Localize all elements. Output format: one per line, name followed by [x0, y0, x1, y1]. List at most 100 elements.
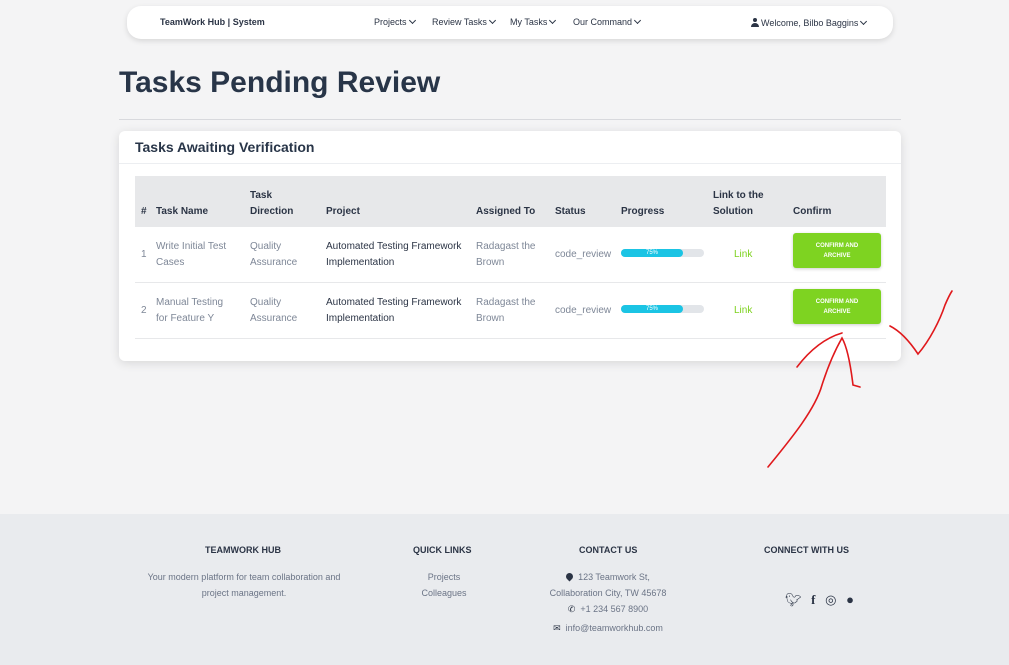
- header-task-direction-line1: Task: [250, 190, 273, 201]
- project-name-line1: Automated Testing Framework: [326, 297, 462, 308]
- task-direction: Quality Assurance: [250, 239, 297, 271]
- nav-our-command-label: Our Command: [573, 17, 633, 27]
- footer-address-text: 123 Teamwork St,: [578, 572, 650, 582]
- brand-logo[interactable]: TeamWork Hub | System: [160, 17, 265, 27]
- assigned-to-line2: Brown: [476, 257, 505, 268]
- social-icons: 🐦︎ f ◎ ●: [785, 592, 860, 608]
- facebook-icon[interactable]: f: [811, 592, 815, 608]
- github-icon[interactable]: ●: [846, 592, 854, 607]
- nav-projects-label: Projects: [374, 17, 407, 27]
- footer-email-text: info@teamworkhub.com: [565, 623, 663, 633]
- header-number: #: [141, 206, 147, 217]
- user-icon: [751, 18, 759, 27]
- nav-review-tasks-label: Review Tasks: [432, 17, 487, 27]
- footer-email[interactable]: ✉ info@teamworkhub.com: [523, 620, 693, 636]
- table-row: 1 Write Initial Test Cases Quality Assur…: [135, 227, 886, 283]
- project-name: Automated Testing Framework Implementati…: [326, 295, 461, 327]
- nav-my-tasks-label: My Tasks: [510, 17, 548, 27]
- progress-bar: 75%: [621, 249, 704, 257]
- nav-projects[interactable]: Projects: [374, 16, 416, 27]
- task-direction-line2: Assurance: [250, 313, 298, 324]
- user-greeting: Welcome, Bilbo Baggins: [761, 18, 859, 28]
- footer: TEAMWORK HUB Your modern platform for te…: [0, 514, 1009, 665]
- chevron-down-icon: [633, 16, 642, 25]
- table-row: 2 Manual Testing for Feature Y Quality A…: [135, 283, 886, 339]
- map-marker-icon: [564, 571, 575, 582]
- top-navbar: TeamWork Hub | System Projects Review Ta…: [127, 6, 893, 39]
- card-title: Tasks Awaiting Verification: [135, 139, 315, 155]
- status-text: code_review: [555, 305, 612, 316]
- project-name-line1: Automated Testing Framework: [326, 241, 462, 252]
- header-status: Status: [555, 206, 586, 217]
- header-confirm: Confirm: [793, 206, 832, 217]
- task-direction: Quality Assurance: [250, 295, 297, 327]
- footer-links-title: QUICK LINKS: [413, 545, 472, 555]
- chevron-down-icon: [488, 16, 496, 25]
- header-task-name: Task Name: [156, 206, 209, 217]
- footer-about-text: Your modern platform for team collaborat…: [124, 569, 364, 601]
- footer-links: Projects Colleagues: [404, 569, 484, 601]
- status-text: code_review: [555, 249, 612, 260]
- task-name-line1: Write Initial Test: [156, 241, 227, 252]
- instagram-icon[interactable]: ◎: [825, 592, 836, 608]
- footer-about-line1: Your modern platform for team collaborat…: [147, 572, 341, 582]
- footer-social-title: CONNECT WITH US: [764, 545, 849, 555]
- table-header: # Task Name Task Direction Project Assig…: [135, 176, 886, 227]
- header-link-line2: Solution: [713, 206, 753, 217]
- footer-about-line2: project management.: [201, 588, 287, 598]
- button-label-line1: CONFIRM AND: [815, 298, 859, 305]
- task-direction-line1: Quality: [250, 297, 282, 308]
- button-label-line1: CONFIRM AND: [815, 242, 859, 249]
- progress-fill: 75%: [621, 305, 683, 313]
- header-link-solution: Link to the Solution: [713, 188, 764, 220]
- task-name-link[interactable]: Manual Testing for Feature Y: [156, 295, 223, 327]
- row-number: 2: [141, 305, 147, 316]
- header-task-direction: Task Direction: [250, 188, 293, 220]
- solution-link[interactable]: Link: [734, 247, 752, 263]
- footer-about-title: TEAMWORK HUB: [205, 545, 281, 555]
- assigned-to-line1: Radagast the: [476, 241, 536, 252]
- user-menu[interactable]: Welcome, Bilbo Baggins: [751, 17, 868, 28]
- project-name-line2: Implementation: [326, 313, 395, 324]
- phone-icon: ✆: [567, 604, 576, 614]
- footer-phone-text: +1 234 567 8900: [580, 604, 649, 614]
- title-divider: [119, 119, 901, 120]
- footer-contact: 123 Teamwork St, Collaboration City, TW …: [523, 569, 693, 636]
- confirm-archive-button[interactable]: CONFIRM AND ARCHIVE: [793, 289, 881, 324]
- confirm-archive-button[interactable]: CONFIRM AND ARCHIVE: [793, 233, 881, 268]
- nav-review-tasks[interactable]: Review Tasks: [432, 16, 496, 27]
- project-name-line2: Implementation: [326, 257, 395, 268]
- task-direction-line1: Quality: [250, 241, 282, 252]
- progress-fill: 75%: [621, 249, 683, 257]
- header-task-direction-line2: Direction: [250, 206, 294, 217]
- footer-link-colleagues[interactable]: Colleagues: [404, 585, 484, 601]
- project-name: Automated Testing Framework Implementati…: [326, 239, 461, 271]
- assigned-to-line2: Brown: [476, 313, 505, 324]
- button-label-line2: ARCHIVE: [823, 252, 851, 259]
- button-label-line2: ARCHIVE: [823, 308, 851, 315]
- tasks-card: Tasks Awaiting Verification # Task Name …: [119, 131, 901, 361]
- header-project: Project: [326, 206, 360, 217]
- envelope-icon: ✉: [553, 623, 561, 633]
- task-name-line1: Manual Testing: [156, 297, 224, 308]
- assigned-to-line1: Radagast the: [476, 297, 536, 308]
- header-progress: Progress: [621, 206, 665, 217]
- footer-address-line2: Collaboration City, TW 45678: [549, 588, 667, 598]
- row-number: 1: [141, 249, 147, 260]
- chevron-down-icon: [860, 17, 868, 26]
- assigned-to: Radagast the Brown: [476, 239, 536, 271]
- chevron-down-icon: [549, 16, 557, 25]
- chevron-down-icon: [408, 16, 416, 25]
- footer-link-projects[interactable]: Projects: [404, 569, 484, 585]
- nav-our-command[interactable]: Our Command: [573, 16, 642, 27]
- solution-link[interactable]: Link: [734, 303, 752, 319]
- header-link-line1: Link to the: [713, 190, 764, 201]
- task-name-link[interactable]: Write Initial Test Cases: [156, 239, 226, 271]
- page-title: Tasks Pending Review: [119, 66, 441, 99]
- task-direction-line2: Assurance: [250, 257, 298, 268]
- footer-phone: ✆ +1 234 567 8900: [523, 601, 693, 617]
- task-name-line2: for Feature Y: [156, 313, 215, 324]
- nav-my-tasks[interactable]: My Tasks: [510, 16, 557, 27]
- twitter-icon[interactable]: 🐦︎: [785, 592, 802, 608]
- header-assigned-to: Assigned To: [476, 206, 536, 217]
